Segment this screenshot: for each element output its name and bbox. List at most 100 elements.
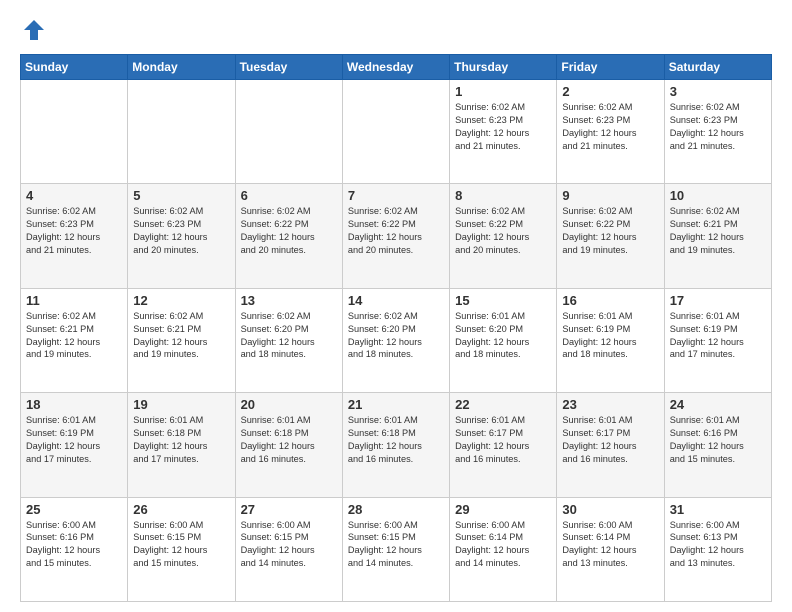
page: SundayMondayTuesdayWednesdayThursdayFrid…: [0, 0, 792, 612]
calendar-cell: 25 Sunrise: 6:00 AM Sunset: 6:16 PM Dayli…: [21, 497, 128, 601]
cell-content: Sunrise: 6:00 AM Sunset: 6:16 PM Dayligh…: [26, 519, 122, 571]
day-number: 16: [562, 293, 658, 308]
calendar-cell: [235, 80, 342, 184]
calendar-cell: 11 Sunrise: 6:02 AM Sunset: 6:21 PM Dayli…: [21, 288, 128, 392]
calendar-cell: 15 Sunrise: 6:01 AM Sunset: 6:20 PM Dayli…: [450, 288, 557, 392]
cell-content: Sunrise: 6:01 AM Sunset: 6:20 PM Dayligh…: [455, 310, 551, 362]
calendar-header-row: SundayMondayTuesdayWednesdayThursdayFrid…: [21, 55, 772, 80]
cell-content: Sunrise: 6:00 AM Sunset: 6:15 PM Dayligh…: [348, 519, 444, 571]
cell-content: Sunrise: 6:02 AM Sunset: 6:21 PM Dayligh…: [26, 310, 122, 362]
logo: [20, 16, 52, 44]
cell-content: Sunrise: 6:01 AM Sunset: 6:17 PM Dayligh…: [562, 414, 658, 466]
calendar-week-row: 1 Sunrise: 6:02 AM Sunset: 6:23 PM Daylig…: [21, 80, 772, 184]
day-number: 12: [133, 293, 229, 308]
calendar-cell: 20 Sunrise: 6:01 AM Sunset: 6:18 PM Dayli…: [235, 393, 342, 497]
cell-content: Sunrise: 6:01 AM Sunset: 6:18 PM Dayligh…: [133, 414, 229, 466]
cell-content: Sunrise: 6:00 AM Sunset: 6:13 PM Dayligh…: [670, 519, 766, 571]
calendar-cell: 13 Sunrise: 6:02 AM Sunset: 6:20 PM Dayli…: [235, 288, 342, 392]
calendar-cell: 10 Sunrise: 6:02 AM Sunset: 6:21 PM Dayli…: [664, 184, 771, 288]
weekday-header: Wednesday: [342, 55, 449, 80]
weekday-header: Tuesday: [235, 55, 342, 80]
cell-content: Sunrise: 6:01 AM Sunset: 6:16 PM Dayligh…: [670, 414, 766, 466]
cell-content: Sunrise: 6:02 AM Sunset: 6:22 PM Dayligh…: [562, 205, 658, 257]
logo-icon: [20, 16, 48, 44]
day-number: 9: [562, 188, 658, 203]
cell-content: Sunrise: 6:02 AM Sunset: 6:20 PM Dayligh…: [241, 310, 337, 362]
day-number: 1: [455, 84, 551, 99]
cell-content: Sunrise: 6:01 AM Sunset: 6:19 PM Dayligh…: [670, 310, 766, 362]
calendar-cell: 26 Sunrise: 6:00 AM Sunset: 6:15 PM Dayli…: [128, 497, 235, 601]
calendar-cell: 22 Sunrise: 6:01 AM Sunset: 6:17 PM Dayli…: [450, 393, 557, 497]
calendar-cell: 31 Sunrise: 6:00 AM Sunset: 6:13 PM Dayli…: [664, 497, 771, 601]
calendar-table: SundayMondayTuesdayWednesdayThursdayFrid…: [20, 54, 772, 602]
calendar-cell: 21 Sunrise: 6:01 AM Sunset: 6:18 PM Dayli…: [342, 393, 449, 497]
day-number: 2: [562, 84, 658, 99]
calendar-week-row: 4 Sunrise: 6:02 AM Sunset: 6:23 PM Daylig…: [21, 184, 772, 288]
cell-content: Sunrise: 6:01 AM Sunset: 6:17 PM Dayligh…: [455, 414, 551, 466]
calendar-week-row: 18Sunrise: 6:01 AM Sunset: 6:19 PM Dayli…: [21, 393, 772, 497]
calendar-cell: 7 Sunrise: 6:02 AM Sunset: 6:22 PM Daylig…: [342, 184, 449, 288]
cell-content: Sunrise: 6:02 AM Sunset: 6:23 PM Dayligh…: [562, 101, 658, 153]
cell-content: Sunrise: 6:02 AM Sunset: 6:21 PM Dayligh…: [133, 310, 229, 362]
day-number: 27: [241, 502, 337, 517]
day-number: 4: [26, 188, 122, 203]
calendar-cell: 24 Sunrise: 6:01 AM Sunset: 6:16 PM Dayli…: [664, 393, 771, 497]
calendar-cell: 4 Sunrise: 6:02 AM Sunset: 6:23 PM Daylig…: [21, 184, 128, 288]
cell-content: Sunrise: 6:02 AM Sunset: 6:23 PM Dayligh…: [455, 101, 551, 153]
day-number: 10: [670, 188, 766, 203]
calendar-cell: 8Sunrise: 6:02 AM Sunset: 6:22 PM Daylig…: [450, 184, 557, 288]
calendar-cell: 18Sunrise: 6:01 AM Sunset: 6:19 PM Dayli…: [21, 393, 128, 497]
cell-content: Sunrise: 6:00 AM Sunset: 6:14 PM Dayligh…: [455, 519, 551, 571]
calendar-cell: 29 Sunrise: 6:00 AM Sunset: 6:14 PM Dayli…: [450, 497, 557, 601]
day-number: 22: [455, 397, 551, 412]
weekday-header: Sunday: [21, 55, 128, 80]
day-number: 11: [26, 293, 122, 308]
calendar-cell: 23 Sunrise: 6:01 AM Sunset: 6:17 PM Dayli…: [557, 393, 664, 497]
day-number: 6: [241, 188, 337, 203]
cell-content: Sunrise: 6:02 AM Sunset: 6:22 PM Dayligh…: [455, 205, 551, 257]
cell-content: Sunrise: 6:01 AM Sunset: 6:18 PM Dayligh…: [241, 414, 337, 466]
cell-content: Sunrise: 6:02 AM Sunset: 6:23 PM Dayligh…: [670, 101, 766, 153]
day-number: 3: [670, 84, 766, 99]
calendar-cell: [342, 80, 449, 184]
day-number: 15: [455, 293, 551, 308]
cell-content: Sunrise: 6:02 AM Sunset: 6:22 PM Dayligh…: [348, 205, 444, 257]
day-number: 19: [133, 397, 229, 412]
calendar-cell: 12 Sunrise: 6:02 AM Sunset: 6:21 PM Dayli…: [128, 288, 235, 392]
calendar-cell: 14 Sunrise: 6:02 AM Sunset: 6:20 PM Dayli…: [342, 288, 449, 392]
day-number: 5: [133, 188, 229, 203]
header: [20, 16, 772, 44]
calendar-cell: 17 Sunrise: 6:01 AM Sunset: 6:19 PM Dayli…: [664, 288, 771, 392]
calendar-week-row: 11 Sunrise: 6:02 AM Sunset: 6:21 PM Dayli…: [21, 288, 772, 392]
cell-content: Sunrise: 6:02 AM Sunset: 6:23 PM Dayligh…: [26, 205, 122, 257]
day-number: 7: [348, 188, 444, 203]
day-number: 20: [241, 397, 337, 412]
day-number: 25: [26, 502, 122, 517]
calendar-cell: 19 Sunrise: 6:01 AM Sunset: 6:18 PM Dayli…: [128, 393, 235, 497]
day-number: 23: [562, 397, 658, 412]
day-number: 29: [455, 502, 551, 517]
calendar-cell: 2 Sunrise: 6:02 AM Sunset: 6:23 PM Daylig…: [557, 80, 664, 184]
day-number: 26: [133, 502, 229, 517]
day-number: 18: [26, 397, 122, 412]
calendar-cell: [21, 80, 128, 184]
cell-content: Sunrise: 6:01 AM Sunset: 6:18 PM Dayligh…: [348, 414, 444, 466]
cell-content: Sunrise: 6:02 AM Sunset: 6:20 PM Dayligh…: [348, 310, 444, 362]
calendar-cell: [128, 80, 235, 184]
day-number: 31: [670, 502, 766, 517]
weekday-header: Thursday: [450, 55, 557, 80]
calendar-cell: 1 Sunrise: 6:02 AM Sunset: 6:23 PM Daylig…: [450, 80, 557, 184]
cell-content: Sunrise: 6:02 AM Sunset: 6:22 PM Dayligh…: [241, 205, 337, 257]
weekday-header: Friday: [557, 55, 664, 80]
day-number: 21: [348, 397, 444, 412]
cell-content: Sunrise: 6:01 AM Sunset: 6:19 PM Dayligh…: [562, 310, 658, 362]
calendar-cell: 5Sunrise: 6:02 AM Sunset: 6:23 PM Daylig…: [128, 184, 235, 288]
calendar-cell: 9 Sunrise: 6:02 AM Sunset: 6:22 PM Daylig…: [557, 184, 664, 288]
cell-content: Sunrise: 6:02 AM Sunset: 6:21 PM Dayligh…: [670, 205, 766, 257]
day-number: 14: [348, 293, 444, 308]
day-number: 17: [670, 293, 766, 308]
calendar-week-row: 25 Sunrise: 6:00 AM Sunset: 6:16 PM Dayli…: [21, 497, 772, 601]
day-number: 13: [241, 293, 337, 308]
day-number: 24: [670, 397, 766, 412]
cell-content: Sunrise: 6:00 AM Sunset: 6:15 PM Dayligh…: [133, 519, 229, 571]
